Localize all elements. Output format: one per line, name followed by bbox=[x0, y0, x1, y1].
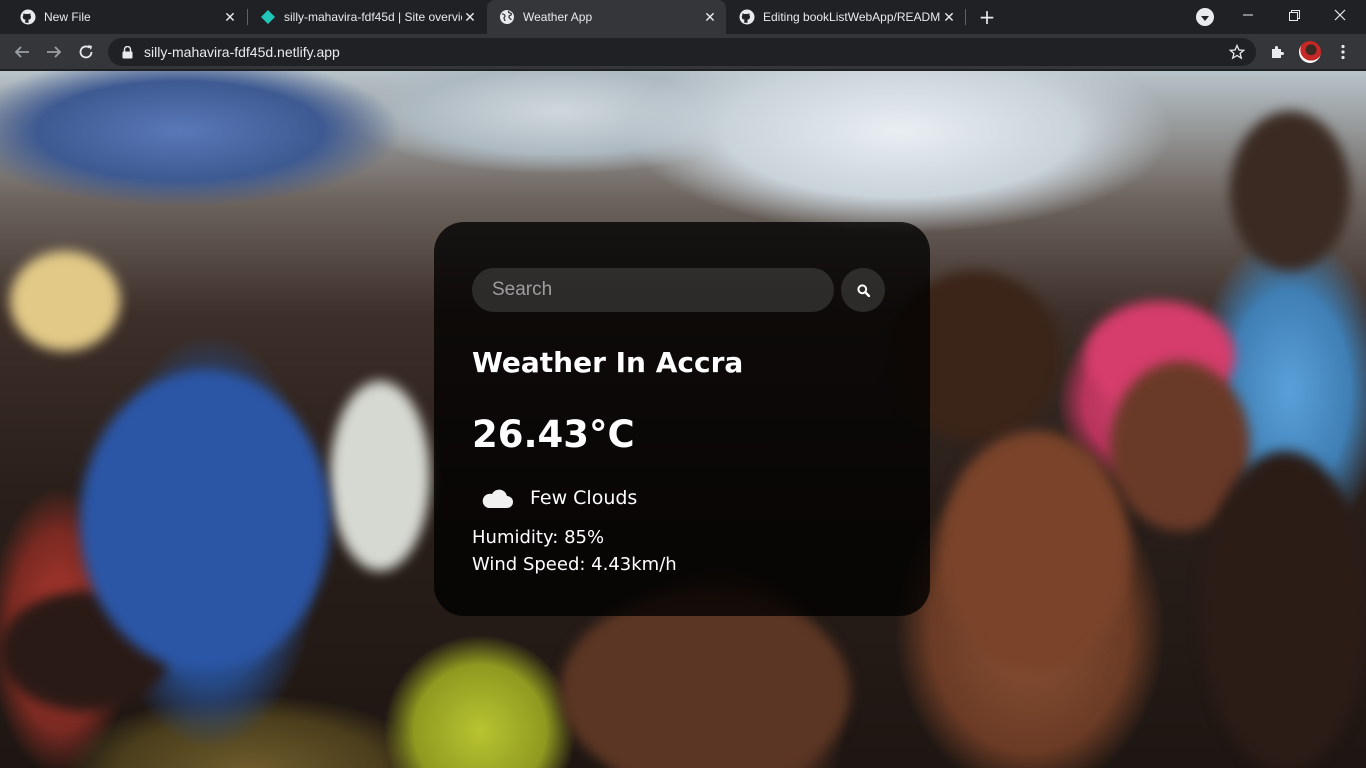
cloud-icon bbox=[482, 489, 513, 508]
lock-icon[interactable] bbox=[120, 45, 134, 59]
minimize-button[interactable] bbox=[1225, 0, 1271, 30]
profile-avatar[interactable] bbox=[1299, 41, 1321, 63]
search-button[interactable] bbox=[841, 268, 885, 312]
close-icon[interactable]: ✕ bbox=[702, 9, 718, 25]
restore-icon bbox=[1288, 9, 1300, 21]
menu-button[interactable] bbox=[1331, 40, 1355, 64]
tab-strip: New File ✕ silly-mahavira-fdf45d | Site … bbox=[0, 0, 1366, 34]
search-bar bbox=[472, 268, 885, 312]
back-button[interactable] bbox=[10, 40, 34, 64]
background-figure bbox=[1230, 111, 1350, 271]
close-window-button[interactable] bbox=[1317, 0, 1363, 30]
weather-description-row: Few Clouds bbox=[480, 486, 637, 510]
netlify-icon bbox=[260, 9, 276, 25]
tab-site-overview[interactable]: silly-mahavira-fdf45d | Site overview ✕ bbox=[248, 0, 486, 34]
background-figure bbox=[1200, 451, 1366, 768]
extensions-button[interactable] bbox=[1266, 40, 1290, 64]
close-icon[interactable]: ✕ bbox=[462, 9, 478, 25]
close-icon[interactable]: ✕ bbox=[941, 9, 957, 25]
tab-divider bbox=[965, 9, 966, 25]
arrow-right-icon bbox=[47, 46, 62, 58]
tab-weather-app[interactable]: Weather App ✕ bbox=[487, 0, 726, 34]
background-figure bbox=[940, 431, 1130, 671]
background-figure bbox=[80, 371, 330, 671]
restore-button[interactable] bbox=[1271, 0, 1317, 30]
browser-toolbar: silly-mahavira-fdf45d.netlify.app bbox=[0, 34, 1366, 70]
address-bar[interactable]: silly-mahavira-fdf45d.netlify.app bbox=[108, 38, 1256, 66]
humidity-text: Humidity: 85% bbox=[472, 527, 605, 548]
background-figure bbox=[10, 251, 120, 351]
close-icon bbox=[1334, 9, 1346, 21]
new-tab-button[interactable]: + bbox=[976, 5, 998, 29]
url-text: silly-mahavira-fdf45d.netlify.app bbox=[144, 44, 340, 60]
globe-icon bbox=[499, 9, 515, 25]
tab-title: New File bbox=[44, 10, 91, 24]
reload-button[interactable] bbox=[74, 40, 98, 64]
page-background: Weather In Accra 26.43°C Few Clouds Humi… bbox=[0, 71, 1366, 768]
background-figure bbox=[330, 381, 430, 571]
search-icon bbox=[856, 283, 870, 297]
tab-title: Weather App bbox=[523, 10, 593, 24]
forward-button[interactable] bbox=[42, 40, 66, 64]
puzzle-icon bbox=[1272, 46, 1284, 58]
tab-title: silly-mahavira-fdf45d | Site overview bbox=[284, 10, 462, 24]
search-input[interactable] bbox=[472, 268, 834, 312]
weather-description: Few Clouds bbox=[530, 487, 638, 509]
arrow-left-icon bbox=[14, 46, 29, 58]
chevron-down-icon bbox=[1200, 8, 1210, 27]
city-heading: Weather In Accra bbox=[472, 346, 744, 379]
wind-speed-text: Wind Speed: 4.43km/h bbox=[472, 554, 677, 575]
reload-icon bbox=[79, 45, 93, 59]
temperature: 26.43°C bbox=[472, 413, 635, 456]
github-icon bbox=[739, 9, 755, 25]
tab-new-file[interactable]: New File ✕ bbox=[8, 0, 246, 34]
tab-editing-readme[interactable]: Editing bookListWebApp/README.md ✕ bbox=[727, 0, 965, 34]
github-icon bbox=[20, 9, 36, 25]
minimize-icon bbox=[1243, 14, 1253, 16]
tab-title: Editing bookListWebApp/README.md bbox=[763, 10, 941, 24]
kebab-menu-icon bbox=[1341, 44, 1345, 60]
tab-search-button[interactable] bbox=[1196, 8, 1214, 26]
weather-card: Weather In Accra 26.43°C Few Clouds Humi… bbox=[434, 222, 930, 616]
close-icon[interactable]: ✕ bbox=[222, 9, 238, 25]
bookmark-star-icon[interactable] bbox=[1228, 43, 1246, 61]
background-figure bbox=[560, 591, 850, 768]
